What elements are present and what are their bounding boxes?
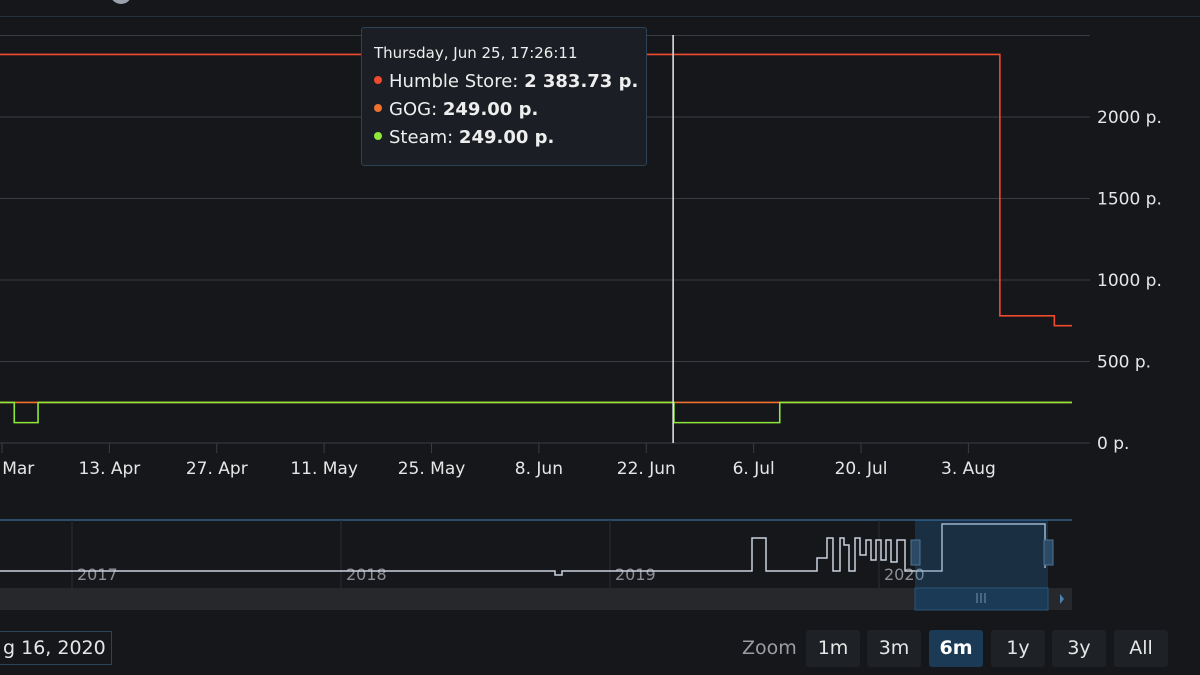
x-tick-label: 6. Jul bbox=[733, 459, 775, 479]
x-tick-label: 30. Mar bbox=[0, 459, 34, 479]
x-tick-label: 13. Apr bbox=[78, 459, 140, 479]
tooltip-date: Thursday, Jun 25, 17:26:11 bbox=[374, 44, 578, 62]
navigator-right-handle[interactable] bbox=[1043, 539, 1054, 566]
zoom-all-button[interactable]: All bbox=[1114, 630, 1168, 667]
x-tick-label: 8. Jun bbox=[515, 459, 563, 479]
x-tick-label: 11. May bbox=[290, 459, 358, 479]
y-tick-label: 1000 p. bbox=[1097, 271, 1162, 291]
navigator-left-handle[interactable] bbox=[910, 539, 921, 566]
x-tick-label: 25. May bbox=[398, 459, 466, 479]
y-tick-label: 500 p. bbox=[1097, 353, 1151, 373]
chart-tooltip: Thursday, Jun 25, 17:26:11 Humble Store:… bbox=[361, 27, 647, 166]
x-tick-label: 22. Jun bbox=[617, 459, 676, 479]
navigator-year-label: 2018 bbox=[346, 565, 387, 584]
date-range-end-input[interactable]: g 16, 2020 bbox=[0, 631, 112, 665]
series-dot-icon bbox=[374, 76, 382, 84]
series-dot-icon bbox=[374, 104, 382, 112]
series-line-steam bbox=[0, 401, 1072, 424]
navigator-year-label: 2019 bbox=[615, 565, 656, 584]
tooltip-row-steam: Steam: 249.00 p. bbox=[374, 124, 634, 152]
zoom-1m-button[interactable]: 1m bbox=[806, 630, 860, 667]
series-dot-icon bbox=[374, 132, 382, 140]
x-tick-label: 20. Jul bbox=[835, 459, 888, 479]
zoom-1y-button[interactable]: 1y bbox=[991, 630, 1045, 667]
zoom-6m-button[interactable]: 6m bbox=[929, 630, 983, 667]
navigator-year-label: 2017 bbox=[77, 565, 118, 584]
y-tick-label: 0 p. bbox=[1097, 434, 1129, 454]
navigator-scrollbar[interactable] bbox=[0, 588, 1072, 610]
zoom-label: Zoom bbox=[742, 637, 797, 659]
zoom-3m-button[interactable]: 3m bbox=[867, 630, 921, 667]
zoom-3y-button[interactable]: 3y bbox=[1052, 630, 1106, 667]
y-tick-label: 1500 p. bbox=[1097, 190, 1162, 210]
x-tick-label: 27. Apr bbox=[186, 459, 248, 479]
y-tick-label: 2000 p. bbox=[1097, 108, 1162, 128]
tooltip-row-gog: GOG: 249.00 p. bbox=[374, 96, 634, 124]
tooltip-row-humble: Humble Store: 2 383.73 p. bbox=[374, 68, 638, 96]
navigator[interactable]: 2017 2018 2019 2020 bbox=[0, 519, 1072, 611]
x-tick-label: 3. Aug bbox=[941, 459, 996, 479]
